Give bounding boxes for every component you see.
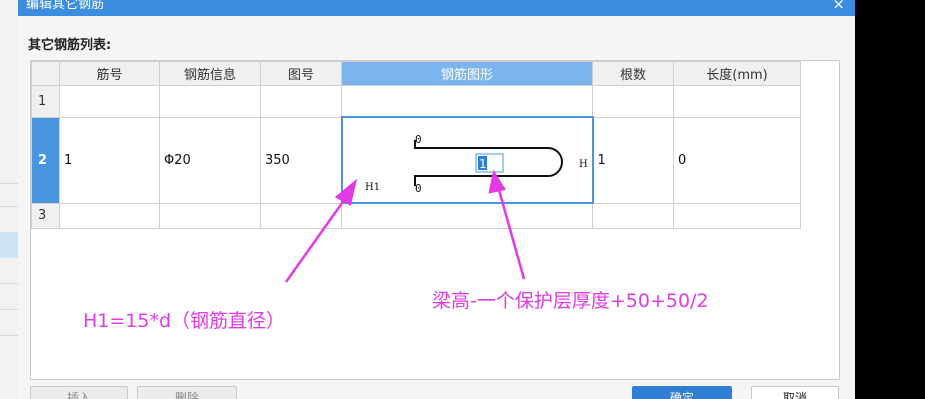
arrow-to-input-head	[488, 169, 507, 194]
arrow-to-h1	[284, 195, 349, 283]
arrow-to-input	[497, 189, 526, 280]
h1-formula-note: H1=15*d（钢筋直径）	[83, 310, 286, 332]
beam-height-formula-note: 梁高-一个保护层厚度+50+50/2	[432, 290, 709, 312]
arrow-to-h1-head	[334, 178, 358, 206]
annotation-arrows	[284, 169, 526, 283]
